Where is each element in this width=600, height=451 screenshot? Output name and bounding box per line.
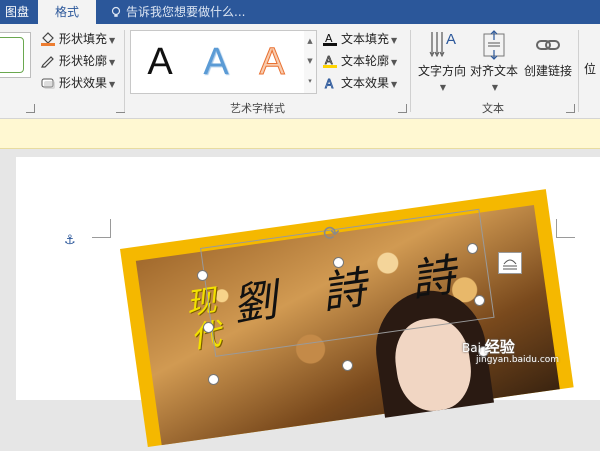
tab-format[interactable]: 格式	[38, 0, 96, 24]
margin-crop-mark	[556, 219, 575, 238]
layout-options-glyph	[503, 259, 517, 270]
watermark-url: jingyan.baidu.com	[476, 355, 560, 365]
watermark-site: Bai	[462, 341, 481, 355]
scroll-up-icon[interactable]: ▲	[304, 31, 316, 51]
ribbon-tab-bar: 图盘 格式 告诉我您想要做什么...	[0, 0, 600, 24]
text-fill-icon: A	[323, 32, 337, 46]
text-effects-icon: A	[325, 77, 335, 90]
shape-outline-button[interactable]: 形状轮廓 ▼	[40, 52, 115, 70]
resize-handle[interactable]	[203, 322, 214, 333]
shape-effects-button[interactable]: 形状效果 ▼	[40, 74, 115, 92]
shape-effects-icon	[41, 78, 55, 89]
text-fill-label: 文本填充	[341, 32, 390, 46]
wordart-sample-black[interactable]: A	[133, 37, 187, 87]
wordart-gallery-scroll[interactable]: ▲ ▼ ▾	[304, 30, 317, 94]
align-text-button[interactable]: 对齐文本 ▼	[466, 28, 522, 93]
text-fill-button[interactable]: A 文本填充 ▼	[322, 30, 397, 48]
wordart-styles-group-label: 艺术字样式	[230, 102, 285, 115]
tell-me-text: 告诉我您想要做什么...	[126, 5, 246, 19]
ribbon-divider	[124, 30, 125, 112]
chevron-down-icon: ▼	[109, 36, 116, 45]
chevron-down-icon: ▼	[491, 83, 499, 92]
align-text-icon	[483, 30, 505, 60]
align-text-label: 对齐文本	[469, 64, 518, 78]
create-link-button[interactable]: 创建链接	[520, 28, 576, 79]
lightbulb-icon	[111, 6, 121, 17]
chevron-down-icon: ▼	[391, 80, 398, 89]
shape-outline-label: 形状轮廓	[59, 54, 108, 68]
layout-options-icon[interactable]	[498, 252, 522, 274]
text-effects-button[interactable]: A 文本效果 ▼	[322, 74, 398, 92]
text-direction-button[interactable]: A 文字方向 ▼	[414, 28, 470, 93]
wordart-styles-launcher[interactable]	[398, 104, 407, 113]
resize-handle[interactable]	[474, 295, 485, 306]
rotate-handle-icon[interactable]: ⟳	[323, 221, 340, 245]
margin-crop-mark	[92, 219, 111, 238]
wordart-sample-blue[interactable]: A	[189, 37, 243, 87]
tell-me-box[interactable]: 告诉我您想要做什么...	[110, 0, 245, 24]
wordart-sample-orange[interactable]: A	[245, 37, 299, 87]
shape-fill-label: 形状填充	[59, 32, 108, 46]
shape-effects-label: 形状效果	[59, 76, 108, 90]
svg-text:A: A	[325, 77, 334, 90]
resize-handle[interactable]	[197, 270, 208, 281]
chevron-down-icon: ▼	[391, 58, 398, 67]
resize-handle[interactable]	[208, 374, 219, 385]
text-effects-label: 文本效果	[341, 76, 390, 90]
create-link-label: 创建链接	[523, 64, 572, 78]
svg-text:A: A	[446, 31, 456, 48]
text-direction-label: 文字方向	[417, 64, 466, 78]
chevron-down-icon: ▼	[109, 58, 116, 67]
ribbon-divider	[410, 30, 411, 112]
more-icon[interactable]: ▾	[304, 71, 316, 91]
position-label: 位	[584, 62, 597, 76]
info-bar	[0, 119, 600, 149]
scroll-down-icon[interactable]: ▼	[304, 51, 316, 71]
chevron-down-icon: ▼	[391, 36, 398, 45]
link-icon	[536, 40, 560, 50]
anchor-icon[interactable]: ⚓	[64, 233, 76, 248]
chevron-down-icon: ▼	[439, 83, 447, 92]
text-outline-icon: A	[323, 54, 337, 68]
resize-handle[interactable]	[467, 243, 478, 254]
text-outline-label: 文本轮廓	[341, 54, 390, 68]
shape-fill-button[interactable]: 形状填充 ▼	[40, 30, 115, 48]
ribbon: 形状填充 ▼ 形状轮廓 ▼ 形状效果 ▼ A A A ▲ ▼ ▾ A 文本填充 ▼ A 文本…	[0, 24, 600, 119]
resize-handle[interactable]	[333, 257, 344, 268]
shape-style-scroll[interactable]	[26, 104, 35, 113]
pencil-icon	[41, 56, 54, 68]
text-group-launcher[interactable]	[566, 104, 575, 113]
watermark: Bai 经验 jingyan.baidu.com	[462, 336, 559, 365]
wordart-gallery: A A A	[130, 30, 306, 94]
position-button[interactable]: 位	[584, 60, 596, 78]
chevron-down-icon: ▼	[109, 80, 116, 89]
text-outline-button[interactable]: A 文本轮廓 ▼	[322, 52, 397, 70]
text-group-label: 文本	[482, 102, 504, 115]
shape-style-swatch	[0, 37, 24, 73]
text-direction-icon: A	[429, 31, 456, 58]
paint-bucket-icon	[41, 32, 55, 46]
resize-handle[interactable]	[342, 360, 353, 371]
tab-picture[interactable]: 图盘	[0, 0, 34, 24]
watermark-brand: 经验	[484, 338, 515, 356]
ribbon-divider	[578, 30, 579, 112]
shape-style-preview[interactable]	[0, 32, 31, 78]
